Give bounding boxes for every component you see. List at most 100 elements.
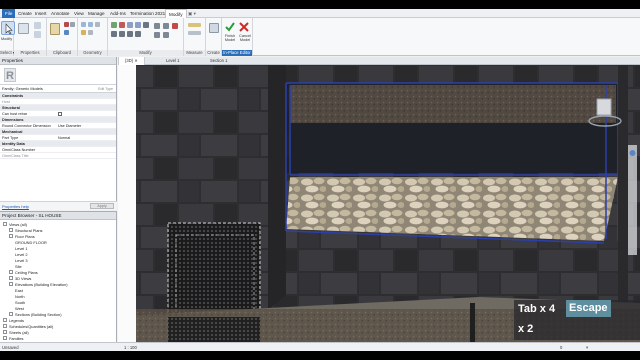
collapse-icon[interactable]	[9, 234, 13, 239]
cope-icon[interactable]	[81, 22, 86, 27]
apply-button[interactable]: Apply	[90, 203, 114, 209]
array-icon[interactable]	[154, 23, 160, 29]
browser-item-label: Elevations (Building Elevation)	[15, 282, 68, 287]
expand-icon[interactable]	[9, 312, 13, 317]
create-similar-icon[interactable]	[209, 23, 219, 33]
measure-icon[interactable]	[188, 23, 201, 27]
group-select: Modify Select ▾	[0, 18, 15, 56]
tab-view[interactable]: View	[74, 9, 84, 18]
navigation-bar[interactable]	[628, 145, 637, 255]
browser-item-label: North	[15, 294, 25, 299]
properties-help-link[interactable]: Properties help	[2, 203, 29, 210]
browser-item-label: Floor Plans	[15, 234, 35, 239]
dimension-icon[interactable]	[188, 31, 201, 35]
ribbon-options-icon[interactable]: ▣ ▾	[188, 9, 196, 18]
copy-element-icon[interactable]	[119, 31, 125, 37]
view-tab-level-1[interactable]: Level 1	[160, 57, 186, 65]
group-inplace-editor: Finish Model Cancel Model In-Place Edito…	[222, 18, 253, 56]
tab-insert[interactable]: Insert	[35, 9, 47, 18]
copy-icon[interactable]	[70, 22, 75, 27]
group-geometry: Geometry	[78, 18, 108, 56]
join-icon[interactable]	[95, 22, 100, 27]
type-filter[interactable]: Family: Generic Models Edit Type	[0, 85, 116, 93]
type-properties-icon[interactable]	[34, 22, 41, 29]
expand-icon[interactable]	[3, 330, 7, 335]
mirror-draw-icon[interactable]	[135, 22, 141, 28]
modify-button-label[interactable]: Modify	[1, 37, 12, 41]
view-tab-3d[interactable]: {3D} ✕	[118, 57, 145, 65]
keystroke-overlay: Tab x 4 Escape x 2	[514, 300, 640, 340]
modify-cursor-icon[interactable]	[1, 21, 15, 35]
expand-icon[interactable]	[3, 318, 7, 323]
properties-group-label: Properties	[14, 50, 46, 56]
tab-modify[interactable]: Modify	[165, 9, 187, 18]
cancel-model-button[interactable]: Cancel Model	[237, 34, 253, 42]
view-scale[interactable]: 1 : 100	[124, 343, 137, 351]
offset-icon[interactable]	[119, 22, 125, 28]
create-group-label: Create	[206, 50, 221, 56]
browser-item-label: Level 2	[15, 252, 28, 257]
split-icon[interactable]	[143, 22, 149, 28]
escape-keycap: Escape	[566, 300, 611, 317]
paste-icon[interactable]	[50, 23, 60, 35]
group-properties: Properties	[14, 18, 47, 56]
collapse-icon[interactable]	[9, 282, 13, 287]
browser-item-label: Families	[9, 336, 24, 341]
type-selector[interactable]: R	[0, 65, 116, 85]
browser-item-label: Views (all)	[9, 222, 27, 227]
rotate-icon[interactable]	[127, 31, 133, 37]
cut-icon[interactable]	[64, 22, 69, 27]
finish-model-button[interactable]: Finish Model	[223, 34, 237, 42]
expand-icon[interactable]	[9, 276, 13, 281]
trim-icon[interactable]	[135, 31, 141, 37]
status-right-value: 0	[560, 345, 563, 350]
filter-icon[interactable]: ▼	[585, 343, 589, 351]
cancel-model-icon[interactable]	[238, 20, 250, 32]
properties-footer: Properties help Apply	[0, 201, 117, 210]
tab-add-ins[interactable]: Add-Ins	[110, 9, 126, 18]
edit-type-button[interactable]: Edit Type	[98, 86, 113, 92]
expand-icon[interactable]	[3, 336, 7, 341]
scale-icon[interactable]	[163, 23, 169, 29]
property-row[interactable]: OmniClass Title	[0, 153, 116, 159]
delete-icon[interactable]	[172, 23, 178, 29]
browser-item-label: Schedules/Quantities (all)	[9, 324, 54, 329]
steering-wheel-icon[interactable]	[629, 150, 636, 156]
tab-annotate[interactable]: Annotate	[51, 9, 69, 18]
browser-item-label: Sections (Building Section)	[15, 312, 62, 317]
clipboard-group-label: Clipboard	[47, 50, 77, 56]
tab-termination[interactable]: Termination 2021	[130, 9, 165, 18]
tab-file[interactable]: File	[2, 9, 16, 18]
properties-palette: Properties R Family: Generic Models Edit…	[0, 57, 117, 210]
cut-geometry-icon[interactable]	[88, 22, 93, 27]
ribbon-panel: Modify Select ▾ Properties Clipboard Geo…	[0, 18, 640, 56]
expand-icon[interactable]	[9, 228, 13, 233]
tab-manage[interactable]: Manage	[88, 9, 105, 18]
mirror-icon[interactable]	[127, 22, 133, 28]
pin-icon[interactable]	[154, 32, 160, 38]
select-group-label[interactable]: Select ▾	[0, 50, 15, 56]
keystroke-line-2: x 2	[518, 323, 534, 335]
view-tab-section1-label: Section 1	[210, 58, 228, 63]
paint-icon[interactable]	[81, 30, 86, 35]
inner-cavity	[290, 123, 616, 171]
move-icon[interactable]	[111, 31, 117, 37]
expand-icon[interactable]	[3, 324, 7, 329]
browser-item-label: Ceiling Plans	[15, 270, 38, 275]
align-icon[interactable]	[111, 22, 117, 28]
split-face-icon[interactable]	[88, 30, 93, 35]
properties-icon[interactable]	[18, 23, 29, 34]
rebar-checkbox[interactable]	[58, 111, 62, 116]
unpin-icon[interactable]	[163, 32, 169, 38]
expand-icon[interactable]	[9, 270, 13, 275]
collapse-icon[interactable]	[3, 222, 7, 227]
family-types-icon[interactable]	[34, 31, 41, 38]
tab-create[interactable]: Create	[18, 9, 32, 18]
match-properties-icon[interactable]	[64, 30, 69, 35]
view-tab-section-1[interactable]: Section 1	[204, 57, 233, 65]
measure-group-label: Measure	[184, 50, 205, 56]
status-text: Unsaved	[2, 345, 19, 350]
properties-grid: Constraints Host Structural Can host rebar D…	[0, 93, 116, 159]
browser-item-label: Legends	[9, 318, 24, 323]
finish-model-icon[interactable]	[224, 20, 236, 32]
